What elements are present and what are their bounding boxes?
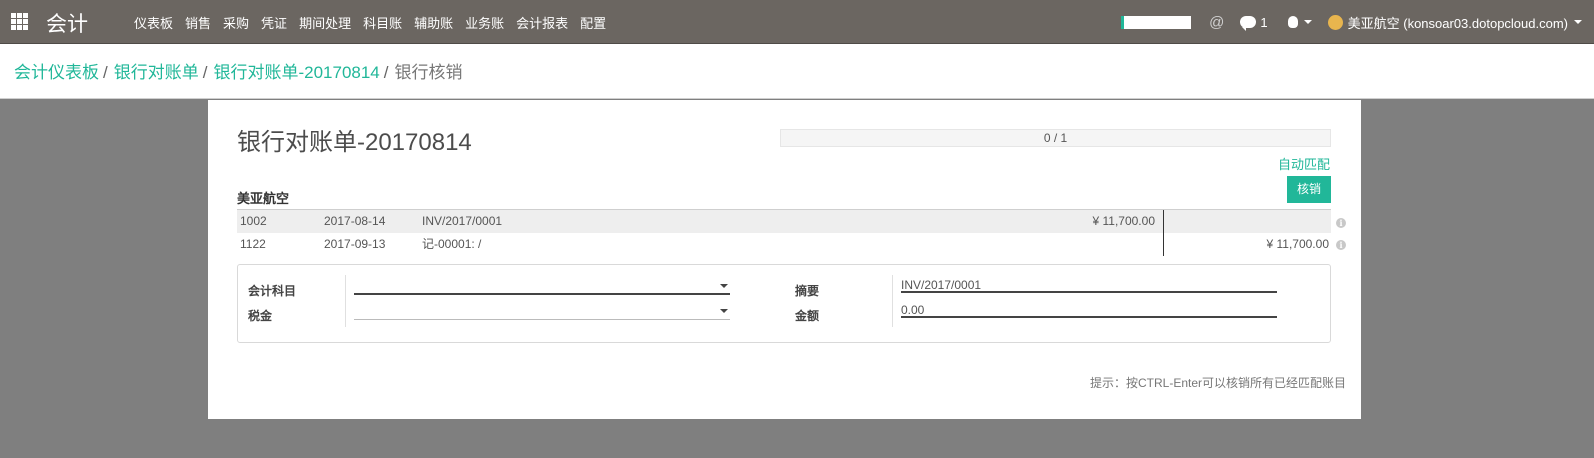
statement-title: 银行对账单-20170814 — [237, 129, 472, 156]
user-name: 美亚航空 (konsoar03.dotopcloud.com) — [1347, 15, 1568, 31]
breadcrumb-link-dashboard[interactable]: 会计仪表板 — [14, 63, 99, 82]
keyboard-hint: 提示：按CTRL-Enter可以核销所有已经匹配账目 — [1089, 376, 1346, 390]
breadcrumb: 会计仪表板 / 银行对账单 / 银行对账单-20170814/银行核销 — [14, 58, 463, 83]
line-account: 1002 — [240, 214, 267, 228]
chevron-down-icon — [1574, 20, 1582, 24]
account-label: 会计科目 — [248, 284, 297, 298]
menu-item-business-ledger[interactable]: 业务账 — [459, 13, 510, 32]
main-menu: 仪表板 销售 采购 凭证 期间处理 科目账 辅助账 业务账 会计报表 配置 — [128, 0, 612, 44]
menu-item-purchase[interactable]: 采购 — [217, 13, 255, 32]
menu-item-aux-ledger[interactable]: 辅助账 — [408, 13, 459, 32]
top-navbar: 会计 仪表板 销售 采购 凭证 期间处理 科目账 辅助账 业务账 会计报表 配置… — [0, 0, 1594, 44]
matched-move-line[interactable]: 1122 2017-09-13 记-00001: / ¥ 11,700.00 — [237, 233, 1331, 256]
menu-item-reports[interactable]: 会计报表 — [510, 13, 574, 32]
message-count: 1 — [1260, 14, 1268, 30]
user-menu[interactable]: 美亚航空 (konsoar03.dotopcloud.com) — [1327, 13, 1582, 32]
menu-item-dashboard[interactable]: 仪表板 — [128, 13, 179, 32]
reconciliation-progress-bar: 0 / 1 — [780, 129, 1331, 147]
reconciliation-sheet: 银行对账单-20170814 0 / 1 自动匹配 核销 美亚航空 1002 2… — [208, 100, 1361, 419]
chat-bubbles-icon — [1240, 16, 1257, 31]
apps-grid-icon[interactable] — [11, 13, 28, 30]
app-title[interactable]: 会计 — [46, 8, 88, 38]
chevron-down-icon — [720, 284, 728, 288]
reconciliation-lines: 1002 2017-08-14 INV/2017/0001 ¥ 11,700.0… — [237, 209, 1331, 256]
chevron-down-icon — [1303, 20, 1312, 24]
line-label: INV/2017/0001 — [422, 214, 503, 228]
line-debit: ¥ 11,700.00 — [1092, 214, 1155, 228]
debug-menu-button[interactable] — [1287, 16, 1312, 28]
auto-match-link[interactable]: 自动匹配 — [1278, 154, 1330, 173]
tax-label: 税金 — [248, 309, 273, 323]
create-write-off-form: 会计科目 税金 摘要 金额 INV/2017/0001 0.00 — [237, 264, 1331, 343]
divider — [892, 275, 893, 327]
statement-line[interactable]: 1002 2017-08-14 INV/2017/0001 ¥ 11,700.0… — [237, 210, 1331, 233]
mention-icon[interactable]: @ — [1209, 14, 1224, 31]
breadcrumb-link-statements[interactable]: 银行对账单 — [114, 63, 199, 82]
menu-item-sales[interactable]: 销售 — [179, 13, 217, 32]
menu-item-config[interactable]: 配置 — [574, 13, 612, 32]
progress-text: 0 / 1 — [1043, 131, 1068, 145]
breadcrumb-separator: / — [383, 63, 389, 82]
debit-credit-divider — [1163, 210, 1164, 256]
breadcrumb-current: 银行核销 — [394, 63, 463, 82]
tax-select[interactable] — [354, 304, 730, 320]
menu-item-vouchers[interactable]: 凭证 — [255, 13, 293, 32]
divider — [345, 275, 346, 327]
memo-label: 摘要 — [795, 284, 820, 298]
info-icon[interactable]: i — [1336, 240, 1346, 250]
bug-icon — [1287, 16, 1298, 28]
menu-item-account-ledger[interactable]: 科目账 — [357, 13, 408, 32]
line-credit: ¥ 11,700.00 — [1266, 237, 1329, 251]
breadcrumb-separator: / — [202, 63, 208, 82]
line-account: 1122 — [240, 237, 266, 251]
navbar-systray: @ 1 美亚航空 (konsoar03.dotopcloud.com) — [1121, 0, 1594, 44]
breadcrumb-link-statement[interactable]: 银行对账单-20170814 — [213, 63, 379, 82]
memo-input[interactable]: INV/2017/0001 — [901, 277, 1277, 293]
line-date: 2017-09-13 — [324, 237, 386, 251]
line-label: 记-00001: / — [422, 237, 482, 251]
quick-search-input[interactable] — [1121, 15, 1192, 29]
account-select[interactable] — [354, 279, 730, 295]
partner-name[interactable]: 美亚航空 — [237, 188, 289, 207]
messages-button[interactable]: 1 — [1240, 14, 1268, 31]
chevron-down-icon — [720, 309, 728, 313]
line-date: 2017-08-14 — [324, 214, 386, 228]
breadcrumb-separator: / — [103, 63, 108, 82]
amount-input[interactable]: 0.00 — [901, 302, 1277, 318]
info-icon[interactable]: i — [1336, 218, 1346, 228]
amount-label: 金额 — [795, 309, 820, 323]
control-panel: 会计仪表板 / 银行对账单 / 银行对账单-20170814/银行核销 — [0, 44, 1594, 99]
avatar — [1327, 14, 1343, 30]
menu-item-period[interactable]: 期间处理 — [293, 13, 357, 32]
reconcile-button[interactable]: 核销 — [1287, 176, 1331, 203]
